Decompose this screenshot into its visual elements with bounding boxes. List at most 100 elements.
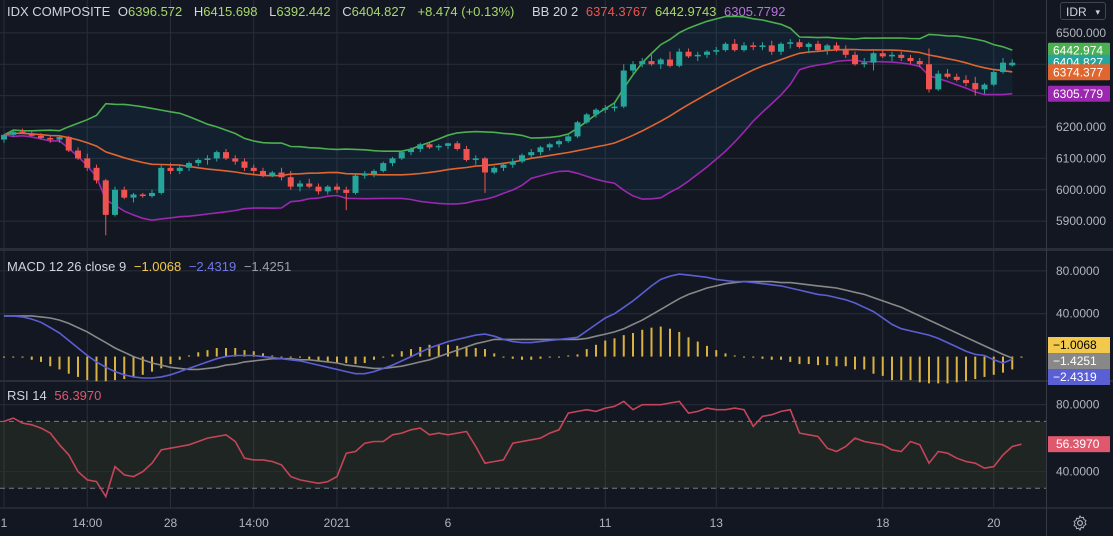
candle: [65, 135, 72, 153]
rsi-legend: RSI 14 56.3970: [7, 388, 105, 404]
price-tick-label: 5900.000: [1056, 214, 1106, 228]
time-tick-label: 28: [164, 516, 178, 530]
candle-body: [953, 76, 960, 80]
candle-body: [454, 143, 461, 149]
price-legend: IDX COMPOSITE O6396.572 H6415.698 L6392.…: [7, 4, 789, 20]
open-value: 6396.572: [128, 4, 183, 19]
candle-body: [824, 45, 831, 51]
candle-body: [676, 51, 683, 66]
candle-body: [805, 43, 812, 47]
candle-body: [306, 183, 313, 187]
macd-histogram-bar: [844, 356, 847, 367]
candle-body: [176, 167, 183, 171]
candle-body: [250, 167, 257, 171]
currency-select[interactable]: IDR ▾: [1060, 2, 1106, 20]
candle-body: [130, 194, 137, 198]
candle-body: [787, 42, 794, 44]
candle: [990, 70, 997, 87]
macd-histogram-bar: [437, 344, 440, 357]
candle-body: [935, 73, 942, 90]
candle-body: [269, 172, 276, 176]
macd-axis-label: −1.4251: [1048, 353, 1110, 369]
macd-histogram-bar: [567, 355, 570, 357]
candle-body: [574, 122, 581, 137]
macd-histogram-bar: [955, 356, 958, 383]
macd-histogram-bar: [696, 341, 699, 357]
macd-histogram-bar: [715, 350, 718, 357]
candle-body: [75, 150, 81, 159]
candle-body: [1000, 62, 1006, 73]
currency-label: IDR: [1066, 5, 1087, 19]
price-tick-label: 6000.000: [1056, 183, 1106, 197]
candle-body: [315, 186, 322, 192]
bb-lower-value: 6305.7792: [724, 4, 786, 19]
candle-body: [630, 64, 636, 71]
rsi-axis-label: 56.3970: [1048, 436, 1110, 453]
macd-tick-label: 80.0000: [1056, 264, 1100, 278]
macd-histogram-bar: [484, 349, 486, 357]
candle-body: [639, 61, 646, 65]
candle-body: [389, 158, 396, 164]
macd-histogram-bar: [872, 356, 875, 374]
macd-histogram-bar: [30, 356, 33, 360]
macd-histogram-bar: [160, 356, 163, 369]
candle-body: [28, 133, 35, 136]
macd-histogram-bar: [918, 356, 921, 383]
macd-histogram-bar: [909, 356, 912, 381]
macd-histogram-bar: [114, 356, 116, 381]
macd-histogram-bar: [354, 356, 357, 365]
candle-body: [278, 172, 285, 178]
macd-histogram-bar: [928, 356, 930, 384]
macd-axis-label-text: −2.4319: [1053, 370, 1097, 384]
candle-body: [149, 192, 155, 197]
candle-body: [93, 167, 100, 181]
macd-histogram-bar: [733, 355, 736, 357]
candle-body: [648, 61, 655, 65]
macd-line-value: −2.4319: [188, 259, 237, 274]
candle-body: [500, 164, 507, 168]
macd-histogram-bar: [632, 333, 634, 357]
macd-axis-label: −1.0068: [1048, 337, 1110, 353]
candle-body: [870, 53, 877, 63]
macd-axis-label: −2.4319: [1048, 369, 1110, 385]
candle: [870, 51, 877, 71]
candle-body: [907, 57, 914, 62]
macd-histogram-bar: [132, 356, 135, 377]
macd-histogram-bar: [465, 346, 468, 357]
candle-body: [241, 161, 248, 168]
macd-histogram-bar: [761, 356, 764, 359]
candle-body: [611, 106, 618, 109]
close-label: C: [342, 4, 352, 19]
candle-body: [916, 61, 923, 65]
rsi-value: 56.3970: [54, 388, 102, 403]
macd-legend: MACD 12 26 close 9 −1.0068 −2.4319 −1.42…: [7, 259, 295, 275]
macd-histogram-bar: [151, 356, 153, 372]
macd-histogram-bar: [12, 356, 15, 358]
candle-body: [380, 163, 387, 171]
price-axis-label: 6374.377: [1048, 64, 1110, 81]
candle-body: [796, 42, 803, 47]
change-value: +8.474 (+0.13%): [417, 4, 515, 19]
macd-histogram-bar: [428, 344, 431, 357]
candle-body: [602, 108, 609, 110]
gear-icon[interactable]: [1071, 514, 1089, 532]
macd-histogram-bar: [104, 356, 107, 382]
macd-histogram-bar: [817, 356, 819, 366]
candle-body: [84, 158, 91, 168]
macd-histogram-bar: [206, 350, 209, 357]
candle-body: [47, 137, 54, 140]
macd-histogram-bar: [826, 356, 829, 366]
candle-body: [815, 43, 821, 51]
macd-histogram-bar: [863, 356, 866, 370]
price-axis-label-text: 6374.377: [1053, 65, 1103, 79]
macd-histogram-bar: [502, 356, 505, 358]
macd-histogram-bar: [983, 356, 986, 377]
candle-body: [371, 170, 377, 175]
candle: [158, 164, 165, 195]
macd-histogram-bar: [854, 356, 856, 370]
time-tick-label: 14:00: [239, 516, 269, 530]
candle-body: [509, 161, 516, 165]
candle-body: [704, 51, 710, 55]
macd-axis-label-text: −1.0068: [1053, 338, 1097, 352]
candle-body: [463, 148, 470, 160]
